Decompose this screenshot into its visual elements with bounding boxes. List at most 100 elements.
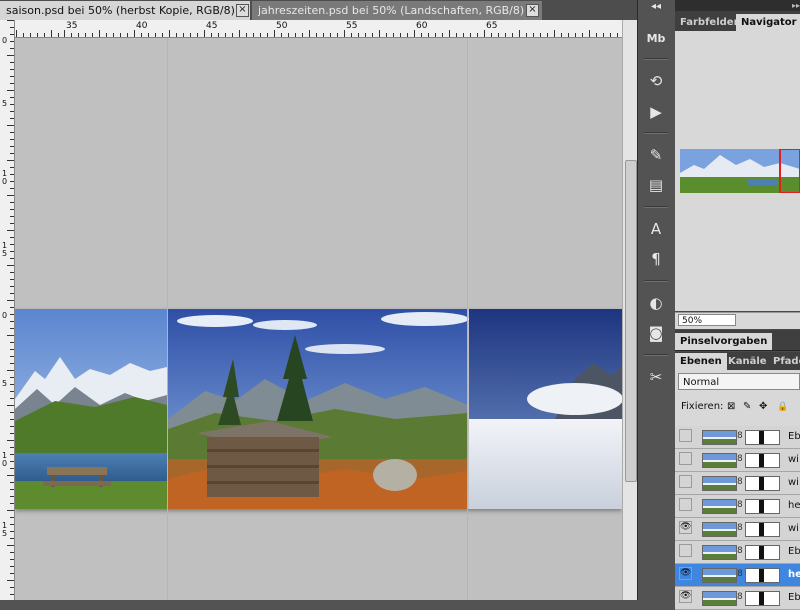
visibility-eye-icon[interactable]: 👁 [679,567,692,580]
guide-line[interactable] [467,38,468,600]
ruler-tick [10,314,14,315]
vertical-ruler[interactable]: 0 5 10 15 0 5 10 15 [0,20,15,600]
lock-all-icon[interactable]: 🔒 [777,398,788,416]
ruler-tick [10,412,14,413]
ruler-tick [10,468,14,469]
ruler-tick [10,489,14,490]
ruler-tick [10,146,14,147]
ruler-tick [10,594,14,595]
layer-thumbnail[interactable] [702,568,737,583]
mask-link-icon[interactable]: 8 [737,454,743,464]
tab-farbfelder[interactable]: Farbfelder [675,14,744,31]
ruler-tick [225,33,226,37]
tab-kanaele[interactable]: Kanäle [723,353,772,370]
ruler-tick [44,33,45,37]
vertical-scrollbar[interactable] [622,20,638,600]
mask-link-icon[interactable]: 8 [737,546,743,556]
mask-link-icon[interactable]: 8 [737,477,743,487]
layer-row[interactable]: 👁 8 wi [675,518,800,541]
tab-pinselvorgaben[interactable]: Pinselvorgaben [675,333,773,350]
ruler-tick [323,33,324,37]
layer-row[interactable]: 👁 8 he [675,564,800,587]
tab-saison[interactable]: saison.psd bei 50% (herbst Kopie, RGB/8)… [0,1,250,20]
masks-icon[interactable]: ◙ [645,322,667,344]
tab-navigator[interactable]: Navigator [736,14,800,31]
layers-panel: Normal Fixieren: ⊠ ✎ ✥ 🔒 8 Eb 8 wi 8 wi 8 he 👁 8 w… [675,370,800,610]
layer-thumbnail[interactable] [702,430,737,445]
layer-thumbnail[interactable] [702,591,737,606]
layer-thumbnail[interactable] [702,453,737,468]
ruler-label: 15 [1,241,8,258]
layer-row[interactable]: 8 wi [675,472,800,495]
ruler-tick [10,419,14,420]
mask-link-icon[interactable]: 8 [737,500,743,510]
ruler-tick [37,33,38,37]
layer-thumbnail[interactable] [702,545,737,560]
close-tab-icon[interactable]: × [236,4,249,17]
visibility-eye-icon[interactable] [679,452,692,465]
layer-mask-thumbnail[interactable] [745,453,780,468]
layer-row[interactable]: 👁 8 Eb [675,587,800,610]
document-canvas[interactable] [15,38,622,600]
tab-ebenen[interactable]: Ebenen [675,353,727,370]
visibility-eye-icon[interactable]: 👁 [679,590,692,603]
ruler-label: 40 [136,21,148,31]
layer-row[interactable]: 8 Eb [675,426,800,449]
brush-icon[interactable]: ✎ [645,144,667,166]
expand-panels-icon[interactable]: ▸▸ [675,0,800,11]
layer-mask-thumbnail[interactable] [745,476,780,491]
guide-line[interactable] [167,38,168,600]
layer-row[interactable]: 8 Eb [675,541,800,564]
mask-link-icon[interactable]: 8 [737,431,743,441]
ruler-tick [10,363,14,364]
layer-mask-thumbnail[interactable] [745,499,780,514]
mask-link-icon[interactable]: 8 [737,523,743,533]
mask-link-icon[interactable]: 8 [737,592,743,602]
ruler-tick [141,33,142,37]
layer-mask-thumbnail[interactable] [745,430,780,445]
zoom-input[interactable]: 50% [678,314,736,326]
ruler-tick [218,33,219,37]
ruler-tick [330,33,331,37]
collapse-dock-icon[interactable]: ◂◂ [645,0,667,14]
layer-thumbnail[interactable] [702,476,737,491]
visibility-eye-icon[interactable] [679,498,692,511]
mask-link-icon[interactable]: 8 [737,569,743,579]
visibility-eye-icon[interactable] [679,475,692,488]
lock-position-icon[interactable]: ✥ [759,398,767,416]
layer-row[interactable]: 8 wi [675,449,800,472]
panorama-image[interactable] [15,309,622,509]
tab-jahreszeiten[interactable]: jahreszeiten.psd bei 50% (Landschaften, … [252,1,542,20]
navigator-panel [675,31,800,311]
adjustments-icon[interactable]: ◐ [645,292,667,314]
layer-thumbnail[interactable] [702,522,737,537]
ruler-tick [372,33,373,37]
layer-row[interactable]: 8 he [675,495,800,518]
tools-preset-icon[interactable]: ✂ [645,366,667,388]
lock-transparency-icon[interactable]: ⊠ [727,398,735,416]
ruler-tick [10,482,14,483]
layer-thumbnail[interactable] [702,499,737,514]
layer-mask-thumbnail[interactable] [745,568,780,583]
tab-pfade[interactable]: Pfade [768,353,800,370]
paragraph-icon[interactable]: ¶ [645,248,667,270]
lock-pixels-icon[interactable]: ✎ [743,398,751,416]
blend-mode-select[interactable]: Normal [678,373,800,390]
visibility-eye-icon[interactable] [679,544,692,557]
history-icon[interactable]: ⟲ [645,70,667,92]
actions-icon[interactable]: ▶ [645,101,667,123]
visibility-eye-icon[interactable] [679,429,692,442]
horizontal-ruler[interactable]: 35 40 45 50 55 60 65 [14,20,622,38]
clone-source-icon[interactable]: ▤ [645,174,667,196]
visibility-eye-icon[interactable]: 👁 [679,521,692,534]
layer-mask-thumbnail[interactable] [745,591,780,606]
mini-bridge-icon[interactable]: Mb [645,28,667,50]
character-icon[interactable]: A [645,218,667,240]
layer-mask-thumbnail[interactable] [745,522,780,537]
navigator-thumbnail[interactable] [680,149,800,193]
scrollbar-thumb[interactable] [625,160,637,482]
layer-mask-thumbnail[interactable] [745,545,780,560]
close-tab-icon[interactable]: × [526,4,539,17]
layer-name: wi [788,454,799,465]
ruler-tick [428,33,429,37]
